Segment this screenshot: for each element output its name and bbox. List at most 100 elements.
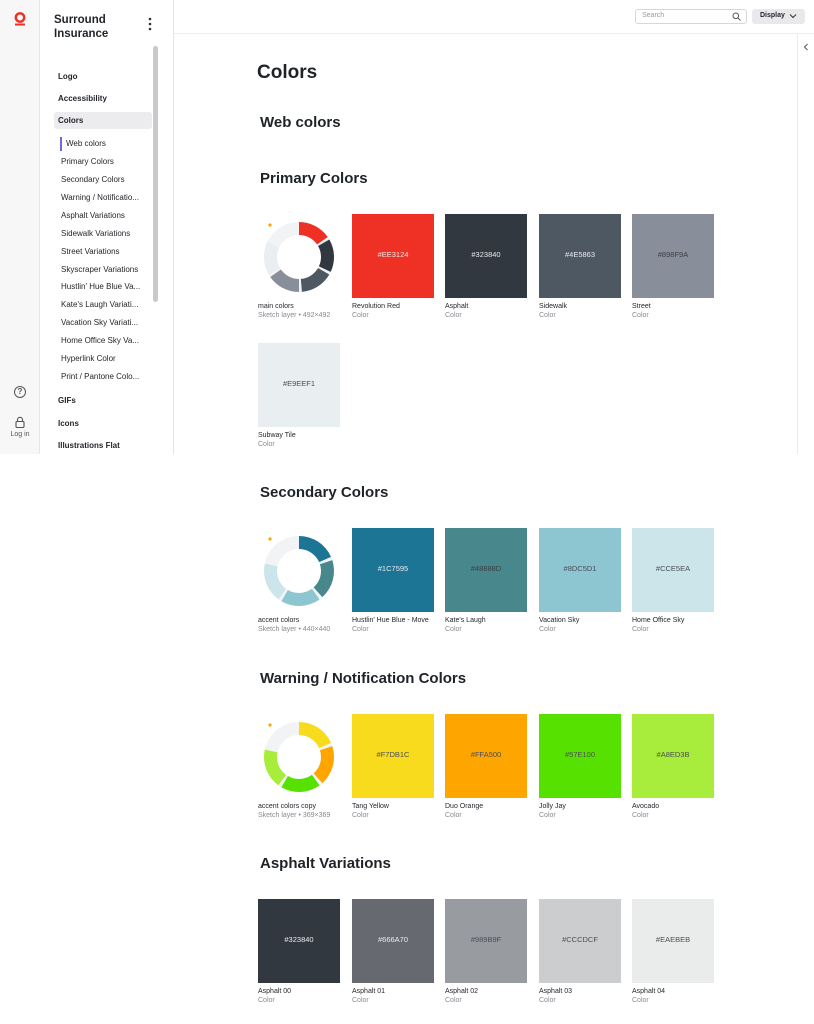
sidebar-subitem-kates-laugh-variations[interactable]: Kate's Laugh Variati... [61,300,147,309]
sidebar-subitem-vacation-sky-variations[interactable]: Vacation Sky Variati... [61,318,147,327]
color-swatch[interactable]: #323840 [258,899,340,983]
sidebar-subitem-home-office-sky-variations[interactable]: Home Office Sky Va... [61,336,147,345]
swatch-name: Vacation Sky [539,617,580,624]
layer-name: accent colors [258,617,300,624]
layer-caption: accent colors copy Sketch layer • 369×369 [258,802,348,820]
layer-name: main colors [258,303,294,310]
swatch-name: Asphalt 02 [445,988,479,995]
sidebar-subitem-hyperlink-color[interactable]: Hyperlink Color [61,354,147,363]
color-swatch[interactable]: #48888D [445,528,527,612]
swatch-hex-label: #EAEBEB [655,935,691,944]
swatch-kind: Color [258,441,275,448]
color-swatch[interactable]: #EE3124 [352,214,434,298]
sidebar-subitem-primary-colors[interactable]: Primary Colors [61,157,147,166]
swatch-kind: Color [539,812,556,819]
display-dropdown-button[interactable]: Display [752,9,805,24]
color-swatch[interactable]: #CCE5EA [632,528,714,612]
more-options-icon[interactable] [148,17,152,31]
sidebar-subitem-skyscraper-variations[interactable]: Skyscraper Variations [61,265,147,274]
sidebar-item-icons[interactable]: Icons [58,419,79,428]
sidebar-item-logo[interactable]: Logo [58,72,78,81]
swatch-kind: Color [352,626,369,633]
sidebar-subitem-sidewalk-variations[interactable]: Sidewalk Variations [61,229,147,238]
swatch-caption: Subway Tile Color [258,431,348,449]
sidebar-subitem-street-variations[interactable]: Street Variations [61,247,147,256]
chevron-left-icon[interactable] [803,43,809,51]
sidebar-subitem-print-pantone[interactable]: Print / Pantone Colo... [61,372,147,381]
color-wheel-preview[interactable] [258,528,340,612]
sidebar-scrollbar[interactable] [153,46,158,302]
swatch-hex-label: #E9EEF1 [282,379,316,388]
search-icon[interactable] [732,12,741,21]
search-placeholder: Search [642,12,665,19]
login-link[interactable]: Log in [0,431,40,438]
color-swatch[interactable]: #A8ED3B [632,714,714,798]
section-heading-asphalt: Asphalt Variations [260,855,391,872]
sidebar-subitem-warning-colors[interactable]: Warning / Notificatio... [61,193,147,202]
sidebar-subitem-hue-blue-variations[interactable]: Hustlin' Hue Blue Va... [61,282,147,291]
swatch-hex-label: #323840 [284,935,314,944]
sidebar: Surround Insurance Logo Accessibility Co… [40,0,174,454]
sidebar-item-colors[interactable]: Colors [58,116,83,125]
swatch-kind: Color [632,312,649,319]
search-input[interactable]: Search [635,9,747,24]
color-swatch[interactable]: #E9EEF1 [258,343,340,427]
web-colors-heading: Web colors [260,114,341,131]
help-icon[interactable]: ? [14,386,26,398]
swatch-caption: Avocado Color [632,802,722,820]
swatch-name: Duo Orange [445,803,484,810]
swatch-name: Tang Yellow [352,803,389,810]
swatch-caption: Revolution Red Color [352,302,442,320]
color-swatch[interactable]: #1C7595 [352,528,434,612]
swatch-hex-label: #898F9A [657,250,689,259]
marker-dot [268,223,272,227]
surround-logo-icon[interactable] [14,12,26,26]
color-swatch[interactable]: #CCCDCF [539,899,621,983]
marker-dot [268,537,272,541]
color-swatch[interactable]: #323840 [445,214,527,298]
swatch-name: Asphalt 04 [632,988,666,995]
color-swatch[interactable]: #4E5863 [539,214,621,298]
color-wheel-preview[interactable] [258,714,340,798]
sidebar-subitem-secondary-colors[interactable]: Secondary Colors [61,175,147,184]
swatch-hex-label: #57E100 [564,750,596,759]
color-swatch[interactable]: #898F9A [632,214,714,298]
color-swatch[interactable]: #8DC5D1 [539,528,621,612]
color-swatch[interactable]: #F7DB1C [352,714,434,798]
color-swatch[interactable]: #57E100 [539,714,621,798]
color-swatch[interactable]: #EAEBEB [632,899,714,983]
chevron-down-icon [789,14,797,19]
sidebar-item-gifs[interactable]: GIFs [58,396,76,405]
swatch-kind: Color [352,312,369,319]
swatch-caption: Asphalt 00 Color [258,987,348,1005]
color-swatch[interactable]: #989B9F [445,899,527,983]
swatch-name: Asphalt 01 [352,988,386,995]
swatch-hex-label: #323840 [471,250,501,259]
swatch-kind: Color [352,997,369,1004]
swatch-name: Avocado [632,803,660,810]
sidebar-subitem-web-colors[interactable]: Web colors [66,139,152,148]
layer-caption: accent colors Sketch layer • 440×440 [258,616,348,634]
swatch-kind: Color [539,997,556,1004]
sidebar-subitem-asphalt-variations[interactable]: Asphalt Variations [61,211,147,220]
sidebar-item-illustrations-flat[interactable]: Illustrations Flat [58,441,120,450]
swatch-kind: Color [632,997,649,1004]
lock-icon[interactable] [14,416,26,428]
swatch-name: Asphalt [445,303,469,310]
color-swatch[interactable]: #666A70 [352,899,434,983]
sidebar-item-accessibility[interactable]: Accessibility [58,94,107,103]
swatch-kind: Color [445,812,462,819]
layer-kind: Sketch layer • 440×440 [258,626,331,633]
swatch-caption: Asphalt 02 Color [445,987,535,1005]
swatch-hex-label: #1C7595 [377,564,409,573]
swatch-name: Hustlin' Hue Blue - Move [352,617,429,624]
swatch-hex-label: #666A70 [377,935,409,944]
layer-caption: main colors Sketch layer • 492×492 [258,302,348,320]
swatch-hex-label: #4E5863 [564,250,596,259]
swatch-name: Home Office Sky [632,617,685,624]
swatch-name: Asphalt 00 [258,988,292,995]
color-swatch[interactable]: #FFA500 [445,714,527,798]
swatch-hex-label: #FFA500 [470,750,502,759]
color-wheel-preview[interactable] [258,214,340,298]
swatch-kind: Color [258,997,275,1004]
